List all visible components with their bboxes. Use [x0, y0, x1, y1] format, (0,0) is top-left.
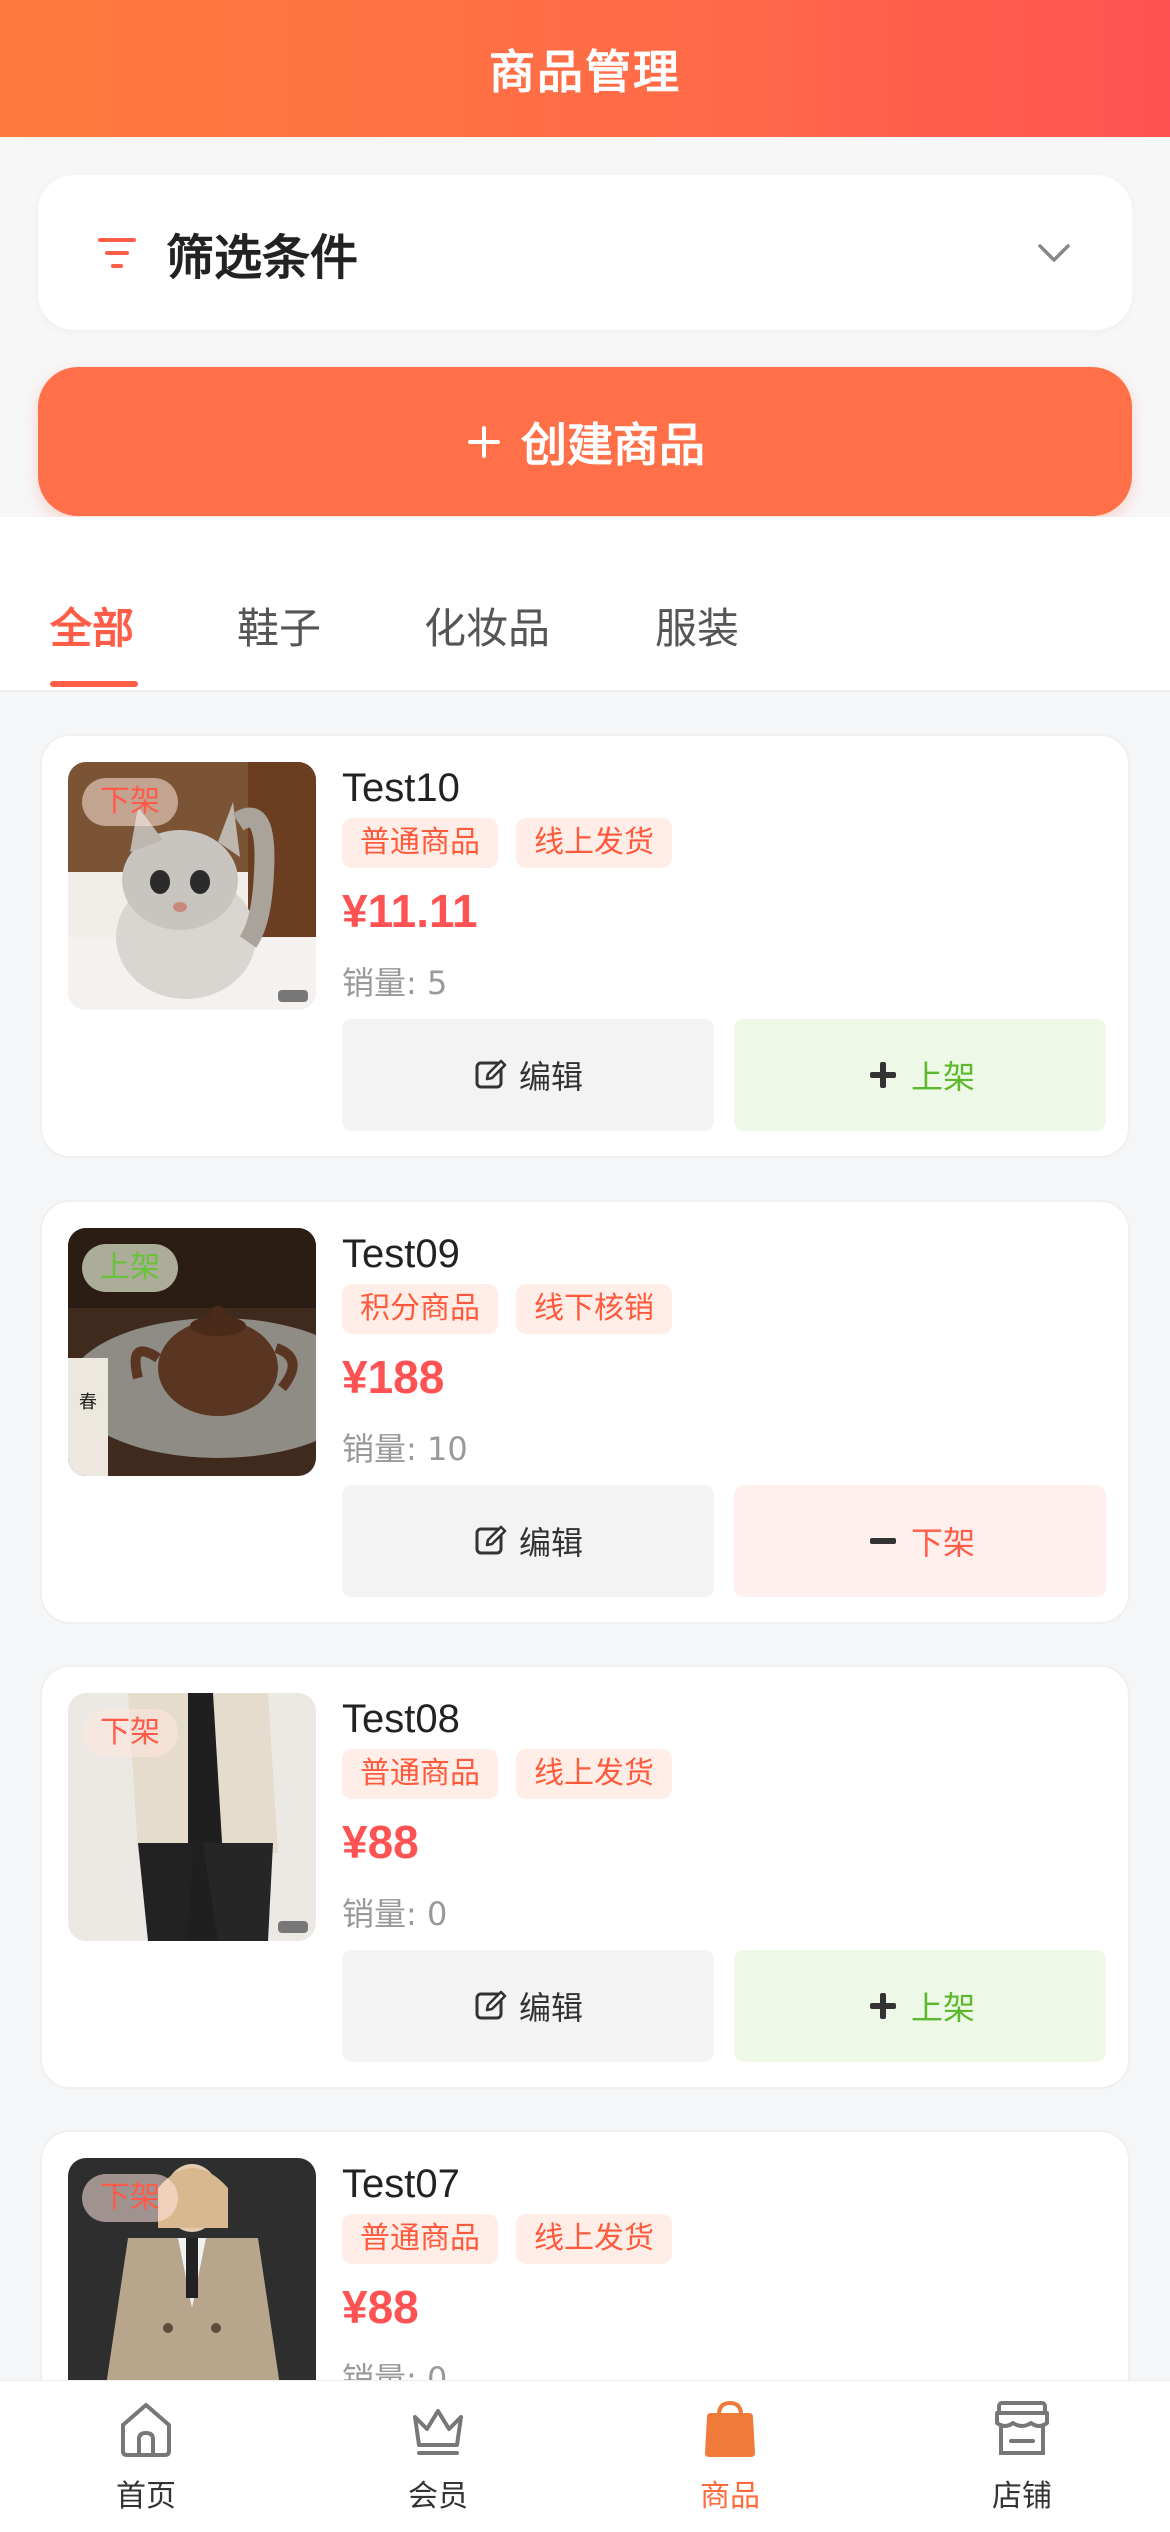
- filter-label: 筛选条件: [166, 229, 359, 286]
- list-button[interactable]: 上架: [734, 1019, 1106, 1131]
- app-screen: 商品管理 筛选条件 创建商品 全部 鞋子 化妆品 服装 下架 Test10 普通…: [0, 0, 1170, 2532]
- nav-header: 商品管理: [0, 0, 1170, 137]
- product-image[interactable]: 下架: [68, 2158, 316, 2406]
- product-tag: 普通商品: [342, 818, 498, 868]
- product-image[interactable]: 下架: [68, 1693, 316, 1941]
- product-tag: 普通商品: [342, 1749, 498, 1799]
- list-label: 上架: [910, 1058, 975, 1096]
- tab-cosmetics[interactable]: 化妆品: [424, 595, 550, 656]
- tabbar-label: 店铺: [992, 2479, 1052, 2514]
- tabbar-item-member[interactable]: 会员: [338, 2395, 538, 2515]
- product-card[interactable]: 下架 Test10 普通商品 线上发货 ¥11.11 销量: 5 编辑 上架: [40, 734, 1130, 1158]
- create-product-label: 创建商品: [521, 417, 705, 472]
- product-card[interactable]: 春 上架 Test09 积分商品 线下核销 ¥188 销量: 10 编辑 下架: [40, 1200, 1130, 1624]
- edit-icon: [475, 1059, 507, 1089]
- tabbar-label: 首页: [116, 2479, 176, 2514]
- product-card[interactable]: 下架 Test08 普通商品 线上发货 ¥88 销量: 0 编辑 上架: [40, 1665, 1130, 2089]
- active-tab-indicator: [50, 681, 138, 687]
- edit-button[interactable]: 编辑: [342, 1950, 714, 2062]
- edit-label: 编辑: [518, 1989, 583, 2027]
- product-price: ¥188: [342, 1351, 445, 1403]
- edit-label: 编辑: [518, 1058, 583, 1096]
- tabbar-item-store[interactable]: 店铺: [922, 2395, 1122, 2515]
- status-badge: 下架: [82, 2174, 178, 2222]
- chevron-down-icon[interactable]: [1036, 241, 1072, 265]
- product-sales: 销量: 0: [342, 1895, 448, 1933]
- product-name: Test09: [342, 1232, 460, 1276]
- filter-panel[interactable]: 筛选条件: [38, 175, 1132, 330]
- product-sales: 销量: 10: [342, 1430, 468, 1468]
- shopping-bag-icon: [705, 2400, 755, 2457]
- product-tag: 线上发货: [516, 1749, 672, 1799]
- tabbar-label: 会员: [408, 2479, 468, 2514]
- create-product-button[interactable]: 创建商品: [38, 367, 1132, 516]
- product-price: ¥11.11: [342, 885, 478, 937]
- store-icon: [995, 2401, 1049, 2455]
- product-tag: 线下核销: [516, 1284, 672, 1334]
- plus-icon: [869, 1993, 896, 2019]
- page-title: 商品管理: [489, 44, 681, 99]
- svg-text:春: 春: [79, 1392, 97, 1413]
- list-label: 上架: [910, 1989, 975, 2027]
- product-name: Test10: [342, 766, 460, 810]
- tab-all[interactable]: 全部: [50, 595, 134, 656]
- tabbar-label: 商品: [700, 2479, 760, 2514]
- product-tag: 线上发货: [516, 818, 672, 868]
- edit-icon: [475, 1990, 507, 2020]
- minus-icon: [869, 1538, 896, 1544]
- plus-icon: [468, 425, 500, 458]
- status-badge: 下架: [82, 1709, 178, 1757]
- product-image[interactable]: 下架: [68, 762, 316, 1010]
- product-tag: 积分商品: [342, 1284, 498, 1334]
- product-sales: 销量: 5: [342, 964, 448, 1002]
- tab-shoes[interactable]: 鞋子: [237, 595, 321, 656]
- filter-icon: [98, 237, 136, 268]
- home-icon: [121, 2403, 171, 2457]
- tabbar-item-products[interactable]: 商品: [630, 2395, 830, 2515]
- product-name: Test07: [342, 2162, 460, 2206]
- delist-label: 下架: [910, 1524, 975, 1562]
- status-badge: 上架: [82, 1244, 178, 1292]
- edit-icon: [475, 1525, 507, 1555]
- category-tabs: 全部 鞋子 化妆品 服装: [0, 517, 1170, 692]
- list-button[interactable]: 上架: [734, 1950, 1106, 2062]
- status-badge: 下架: [82, 778, 178, 826]
- product-price: ¥88: [342, 2281, 419, 2333]
- delist-button[interactable]: 下架: [734, 1485, 1106, 1597]
- bottom-tab-bar: 首页 会员 商品 店铺: [0, 2380, 1170, 2532]
- edit-button[interactable]: 编辑: [342, 1019, 714, 1131]
- product-image[interactable]: 春 上架: [68, 1228, 316, 1476]
- edit-button[interactable]: 编辑: [342, 1485, 714, 1597]
- product-tag: 线上发货: [516, 2214, 672, 2264]
- plus-icon: [869, 1062, 896, 1088]
- product-name: Test08: [342, 1697, 460, 1741]
- edit-label: 编辑: [518, 1524, 583, 1562]
- product-tag: 普通商品: [342, 2214, 498, 2264]
- product-price: ¥88: [342, 1816, 419, 1868]
- tab-clothing[interactable]: 服装: [655, 595, 739, 656]
- tabbar-item-home[interactable]: 首页: [46, 2395, 246, 2515]
- crown-icon: [413, 2409, 463, 2455]
